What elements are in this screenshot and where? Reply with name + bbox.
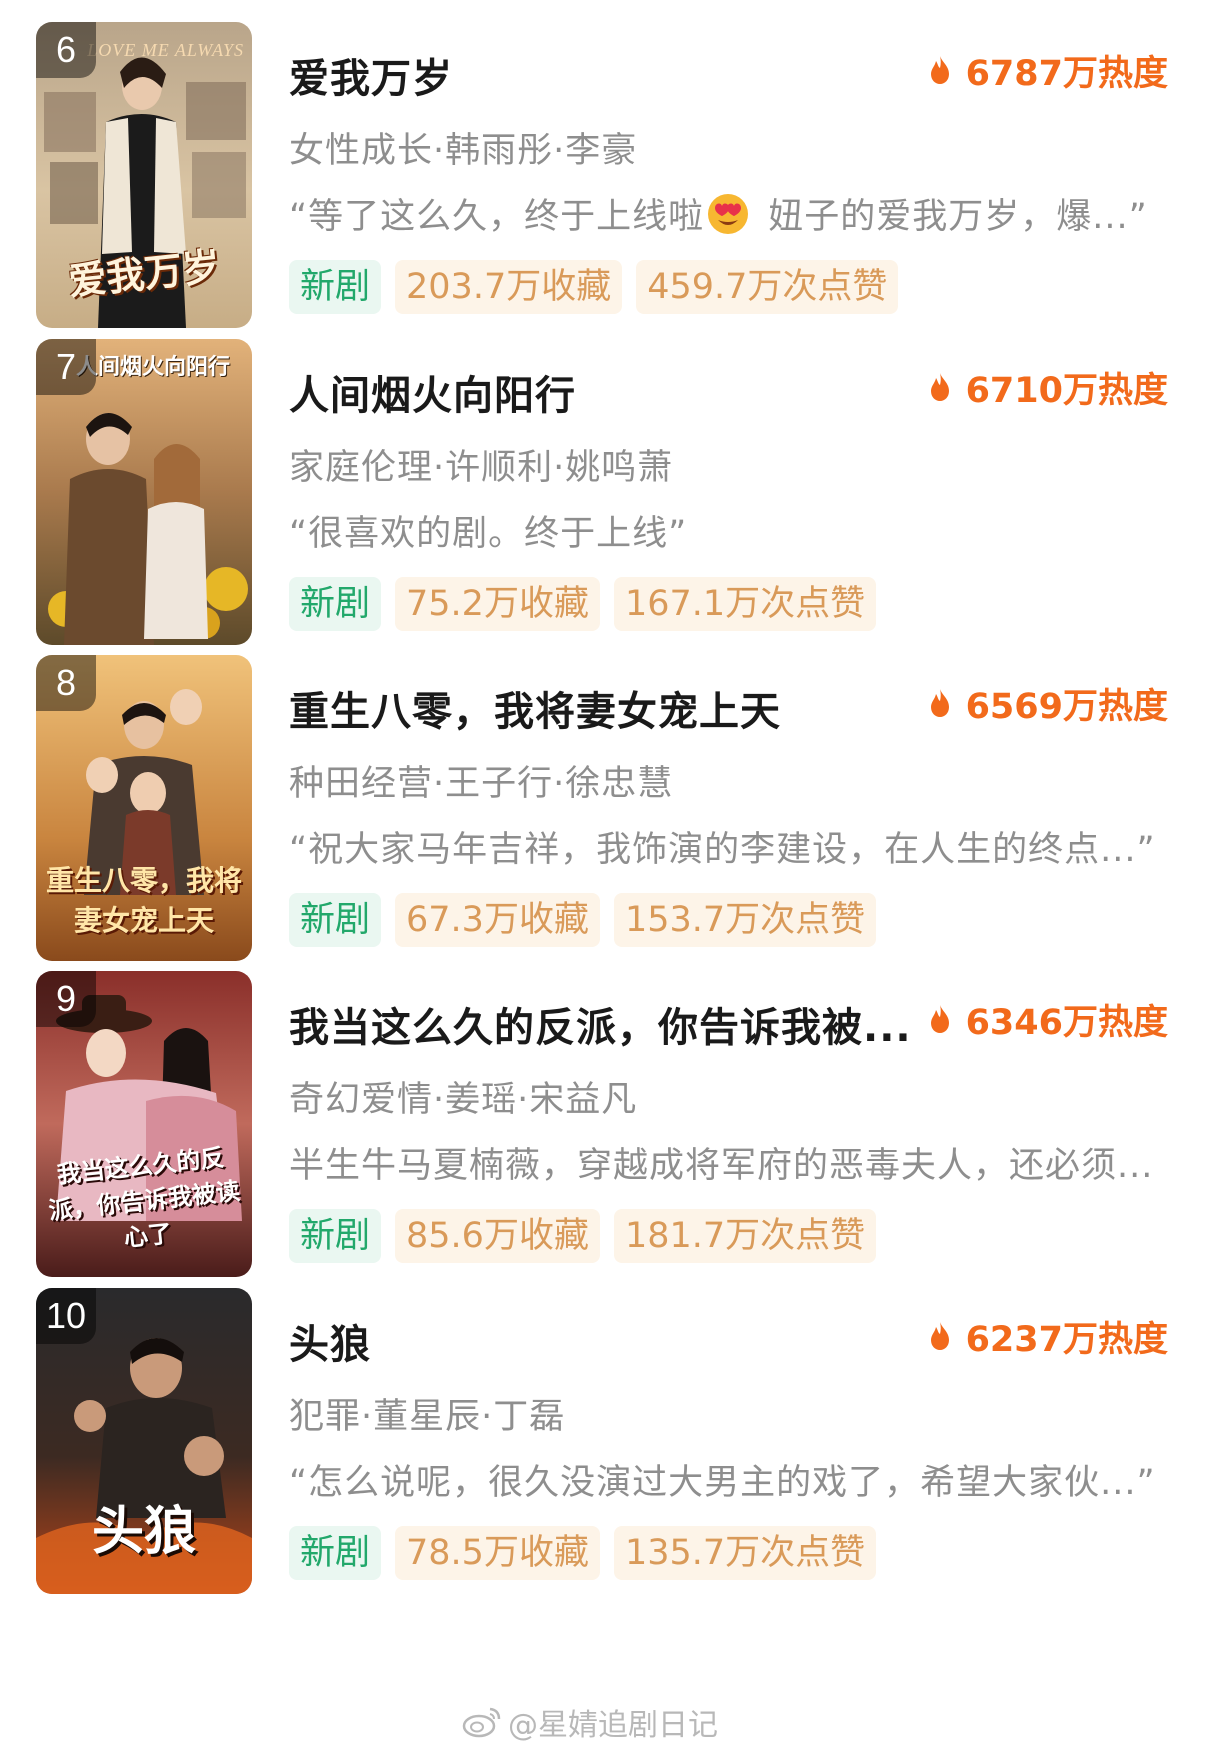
rank-badge: 8 — [36, 655, 96, 711]
heat-value: 6710万热度 — [965, 370, 1168, 411]
rank-badge: 7 — [36, 339, 96, 395]
drama-title[interactable]: 我当这么久的反派，你告诉我被... — [289, 995, 912, 1053]
heat-value: 6787万热度 — [965, 53, 1168, 94]
new-drama-tag: 新剧 — [289, 1526, 382, 1580]
heat-value: 6569万热度 — [965, 686, 1168, 727]
watermark: @星婧追剧日记 — [462, 1700, 718, 1744]
watermark-text: @星婧追剧日记 — [508, 1708, 718, 1743]
weibo-icon — [462, 1707, 501, 1738]
drama-quote: “怎么说呢，很久没演过大男主的戏了，希望大家伙...” — [289, 1463, 1156, 1503]
drama-quote: “等了这么久，终于上线啦 妞子的爱我万岁，爆...” — [289, 188, 1148, 239]
drama-meta: 女性成长·韩雨彤·李豪 — [289, 131, 638, 171]
drama-title[interactable]: 人间烟火向阳行 — [289, 363, 576, 421]
likes-tag: 459.7万次点赞 — [636, 260, 899, 314]
rank-badge: 6 — [36, 22, 96, 78]
heat-indicator: 6237万热度 — [928, 1314, 1168, 1360]
tag-list: 新剧 85.6万收藏 181.7万次点赞 — [289, 1209, 877, 1263]
flame-icon — [930, 373, 949, 401]
drama-title[interactable]: 重生八零，我将妻女宠上天 — [289, 679, 781, 737]
new-drama-tag: 新剧 — [289, 1209, 382, 1263]
poster-image[interactable]: 人间烟火向阳行 7 — [36, 339, 252, 645]
tag-list: 新剧 75.2万收藏 167.1万次点赞 — [289, 577, 877, 631]
poster-title: 重生八零，我将妻女宠上天 — [45, 864, 242, 937]
drama-quote: “祝大家马年吉祥，我饰演的李建设，在人生的终点...” — [289, 830, 1156, 870]
likes-tag: 167.1万次点赞 — [613, 577, 877, 631]
likes-tag: 181.7万次点赞 — [613, 1209, 877, 1263]
flame-icon — [930, 1322, 949, 1350]
favorites-tag: 75.2万收藏 — [395, 577, 600, 631]
drama-meta: 奇幻爱情·姜瑶·宋益凡 — [289, 1080, 638, 1120]
drama-meta: 家庭伦理·许顺利·姚鸣萧 — [289, 448, 674, 488]
heat-indicator: 6346万热度 — [928, 997, 1168, 1043]
heat-indicator: 6569万热度 — [928, 681, 1168, 727]
favorites-tag: 203.7万收藏 — [395, 260, 623, 314]
favorites-tag: 67.3万收藏 — [395, 893, 600, 947]
drama-ranking-list: LOVE ME ALWAYS 爱我万岁 6 爱我万岁 6787万热度 女性成长·… — [0, 0, 1206, 1751]
poster-title: 头狼 — [91, 1501, 196, 1562]
poster-image[interactable]: 重生八零，我将妻女宠上天 8 — [36, 655, 252, 961]
likes-tag: 135.7万次点赞 — [613, 1526, 877, 1580]
drama-meta: 种田经营·王子行·徐忠慧 — [289, 764, 674, 804]
poster-image[interactable]: 我当这么久的反派，你告诉我被读心了 9 — [36, 971, 252, 1277]
drama-quote: 半生牛马夏楠薇，穿越成将军府的恶毒夫人，还必须... — [289, 1146, 1154, 1186]
likes-tag: 153.7万次点赞 — [613, 893, 877, 947]
tag-list: 新剧 203.7万收藏 459.7万次点赞 — [289, 260, 899, 314]
quote-text-end: 妞子的爱我万岁，爆...” — [756, 197, 1148, 237]
list-item[interactable]: 重生八零，我将妻女宠上天 8 重生八零，我将妻女宠上天 6569万热度 种田经营… — [0, 633, 1206, 961]
poster-image[interactable]: 头狼 10 — [36, 1288, 252, 1594]
drama-title[interactable]: 头狼 — [289, 1312, 371, 1370]
tag-list: 新剧 67.3万收藏 153.7万次点赞 — [289, 893, 877, 947]
new-drama-tag: 新剧 — [289, 577, 382, 631]
heat-value: 6237万热度 — [965, 1319, 1168, 1360]
list-item[interactable]: 我当这么久的反派，你告诉我被读心了 9 我当这么久的反派，你告诉我被... 63… — [0, 949, 1206, 1277]
favorites-tag: 78.5万收藏 — [395, 1526, 600, 1580]
list-item[interactable]: 头狼 10 头狼 6237万热度 犯罪·董星辰·丁磊 “怎么说呢，很久没演过大男… — [0, 1266, 1206, 1594]
poster-image[interactable]: LOVE ME ALWAYS 爱我万岁 6 — [36, 22, 252, 328]
rank-badge: 10 — [36, 1288, 96, 1344]
flame-icon — [930, 1005, 949, 1033]
tag-list: 新剧 78.5万收藏 135.7万次点赞 — [289, 1526, 877, 1580]
poster-title: 人间烟火向阳行 — [76, 354, 231, 380]
list-item[interactable]: LOVE ME ALWAYS 爱我万岁 6 爱我万岁 6787万热度 女性成长·… — [0, 0, 1206, 328]
rank-badge: 9 — [36, 971, 96, 1027]
heart-eyes-emoji-icon — [708, 194, 749, 234]
heat-indicator: 6787万热度 — [928, 48, 1168, 94]
drama-quote: “很喜欢的剧。终于上线” — [289, 514, 688, 554]
heat-indicator: 6710万热度 — [928, 365, 1168, 411]
quote-text: “等了这么久，终于上线啦 — [289, 197, 705, 237]
drama-title[interactable]: 爱我万岁 — [289, 46, 453, 104]
flame-icon — [930, 56, 949, 84]
flame-icon — [930, 689, 949, 717]
drama-meta: 犯罪·董星辰·丁磊 — [289, 1397, 566, 1437]
new-drama-tag: 新剧 — [289, 893, 382, 947]
favorites-tag: 85.6万收藏 — [395, 1209, 600, 1263]
list-item[interactable]: 人间烟火向阳行 7 人间烟火向阳行 6710万热度 家庭伦理·许顺利·姚鸣萧 “… — [0, 317, 1206, 645]
heat-value: 6346万热度 — [965, 1002, 1168, 1043]
poster-title: 我当这么久的反派，你告诉我被读心了 — [47, 1142, 242, 1253]
new-drama-tag: 新剧 — [289, 260, 382, 314]
